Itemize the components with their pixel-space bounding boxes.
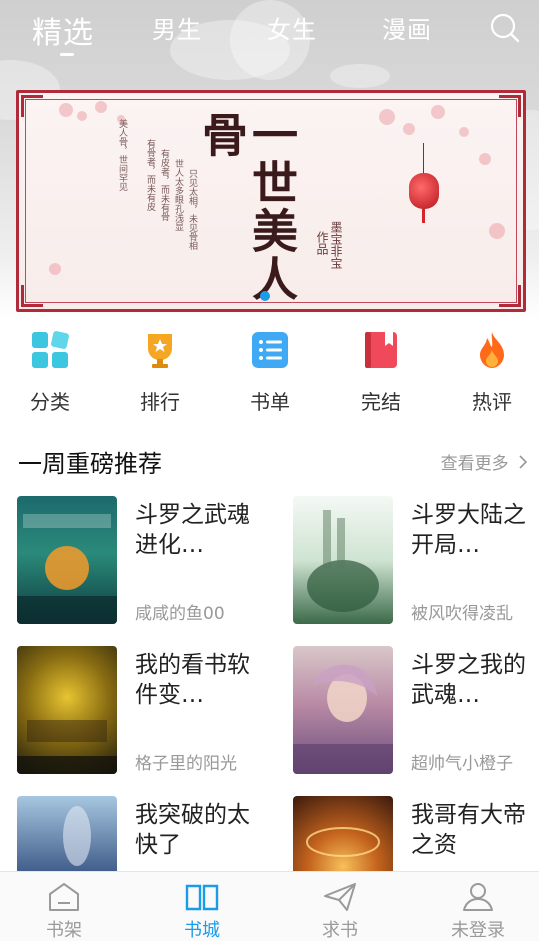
category-completed[interactable]: 完结 — [336, 330, 426, 415]
tab-comics[interactable]: 漫画 — [382, 10, 432, 45]
book-title: 斗罗大陆之开局… — [411, 502, 526, 558]
banner-author: 墨宝非宝 — [329, 221, 343, 269]
tab-female[interactable]: 女生 — [267, 10, 317, 45]
category-hot-reviews[interactable]: 热评 — [447, 330, 537, 415]
banner-page-indicator — [260, 291, 270, 301]
section-title: 一周重磅推荐 — [18, 450, 162, 478]
banner-poem-line: 有骨者，而未有皮 — [145, 139, 155, 211]
book-title: 我哥有大帝之资 — [411, 802, 526, 858]
top-tab-bar: 精选 男生 女生 漫画 — [0, 0, 539, 60]
active-tab-indicator — [60, 53, 74, 56]
banner-poem-line: 世人太多眼孔浅显 — [173, 159, 183, 231]
book-cover — [17, 646, 117, 774]
bookshelf-icon — [47, 882, 81, 912]
list-icon — [250, 330, 290, 370]
banner-poem-line: 美人骨，世间罕见 — [117, 119, 127, 191]
book-card[interactable]: 我的看书软件变… 格子里的阳光 — [17, 646, 267, 776]
banner-author-suffix: 作品 — [315, 231, 329, 255]
flame-icon — [472, 330, 512, 370]
book-cover — [293, 496, 393, 624]
banner-poem-line: 只见太相，未见骨相 — [187, 169, 197, 250]
book-cover — [17, 496, 117, 624]
bottom-navigation: 书架 书城 求书 未登录 — [0, 871, 539, 941]
book-title: 我的看书软件变… — [135, 652, 250, 708]
trophy-icon — [140, 330, 180, 370]
section-weekly-recommend: 一周重磅推荐 查看更多 — [18, 440, 528, 480]
user-icon — [461, 882, 495, 912]
book-title: 斗罗之我的武魂… — [411, 652, 526, 708]
book-cover — [293, 646, 393, 774]
book-title: 我突破的太快了 — [135, 802, 250, 858]
book-card[interactable]: 斗罗之武魂进化… 咸咸的鱼00 — [17, 496, 267, 626]
search-icon[interactable] — [489, 12, 521, 44]
featured-banner[interactable]: 美人骨，世间罕见 有骨者，而未有皮 有皮者，而未有骨 世人太多眼孔浅显 只见太相… — [16, 90, 526, 312]
category-booklist[interactable]: 书单 — [225, 330, 315, 415]
bookmark-book-icon — [361, 330, 401, 370]
nav-request-book[interactable]: 求书 — [300, 882, 380, 941]
book-author: 咸咸的鱼00 — [135, 604, 225, 624]
book-author: 超帅气小橙子 — [411, 754, 513, 774]
see-more-link[interactable]: 查看更多 — [441, 449, 528, 475]
nav-bookstore[interactable]: 书城 — [162, 882, 242, 941]
banner-poem-line: 有皮者，而未有骨 — [159, 149, 169, 221]
tab-featured[interactable]: 精选 — [32, 8, 94, 52]
banner-title: 一世美人骨 — [195, 111, 299, 303]
category-ranking[interactable]: 排行 — [115, 330, 205, 415]
book-title: 斗罗之武魂进化… — [135, 502, 250, 558]
category-classify[interactable]: 分类 — [5, 330, 95, 415]
lantern-illustration — [409, 143, 439, 223]
book-card[interactable]: 斗罗之我的武魂… 超帅气小橙子 — [293, 646, 539, 776]
category-shortcuts: 分类 排行 书单 完结 热评 — [0, 322, 539, 422]
book-author: 格子里的阳光 — [135, 754, 237, 774]
nav-bookshelf[interactable]: 书架 — [24, 882, 104, 941]
chevron-right-icon — [518, 454, 528, 475]
book-card[interactable]: 斗罗大陆之开局… 被风吹得凌乱 — [293, 496, 539, 626]
nav-profile[interactable]: 未登录 — [438, 882, 518, 941]
open-book-icon — [185, 882, 219, 912]
tab-male[interactable]: 男生 — [152, 10, 202, 45]
paper-plane-icon — [323, 882, 357, 912]
book-author: 被风吹得凌乱 — [411, 604, 513, 624]
grid-icon — [30, 330, 70, 370]
